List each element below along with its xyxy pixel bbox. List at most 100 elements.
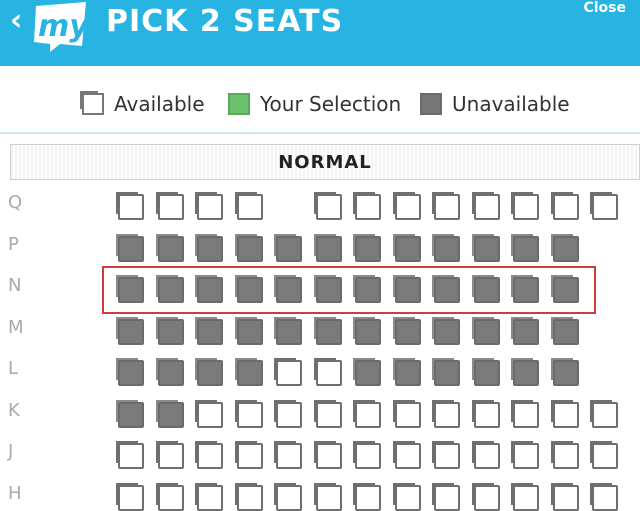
seat-L-10: [474, 360, 500, 386]
seat-P-8: [395, 236, 421, 262]
logo-text: my: [38, 9, 89, 44]
seat-J-1[interactable]: [118, 443, 144, 469]
seat-M-9: [434, 319, 460, 345]
seat-H-8[interactable]: [395, 485, 421, 511]
seat-L-6[interactable]: [316, 360, 342, 386]
seat-K-7[interactable]: [355, 402, 381, 428]
seat-P-7: [355, 236, 381, 262]
seat-J-4[interactable]: [237, 443, 263, 469]
seat-L-1: [118, 360, 144, 386]
seat-K-1: [118, 402, 144, 428]
row-label: J: [8, 441, 14, 462]
seat-P-4: [237, 236, 263, 262]
seat-K-6[interactable]: [316, 402, 342, 428]
seat-M-10: [474, 319, 500, 345]
seat-K-4[interactable]: [237, 402, 263, 428]
available-seat-icon: [82, 93, 104, 115]
seat-J-13[interactable]: [592, 443, 618, 469]
seat-K-8[interactable]: [395, 402, 421, 428]
seat-J-10[interactable]: [474, 443, 500, 469]
seat-M-6: [316, 319, 342, 345]
legend-unavailable-label: Unavailable: [452, 92, 570, 116]
back-button[interactable]: ‹: [10, 6, 22, 36]
legend-selection-label: Your Selection: [260, 92, 402, 116]
seat-H-6[interactable]: [316, 485, 342, 511]
seat-L-4: [237, 360, 263, 386]
seat-H-7[interactable]: [355, 485, 381, 511]
app-logo: my: [32, 0, 90, 52]
seat-H-13[interactable]: [592, 485, 618, 511]
row-label: M: [8, 317, 24, 338]
seat-Q-4[interactable]: [237, 194, 263, 220]
seat-K-12[interactable]: [553, 402, 579, 428]
seat-P-10: [474, 236, 500, 262]
seat-K-3[interactable]: [197, 402, 223, 428]
row-label: Q: [8, 192, 23, 213]
seat-Q-11[interactable]: [513, 194, 539, 220]
seat-H-4[interactable]: [237, 485, 263, 511]
seat-Q-10[interactable]: [474, 194, 500, 220]
page-title: PICK 2 SEATS: [106, 4, 344, 39]
seat-H-2[interactable]: [158, 485, 184, 511]
seat-J-3[interactable]: [197, 443, 223, 469]
seat-Q-13[interactable]: [592, 194, 618, 220]
seat-K-11[interactable]: [513, 402, 539, 428]
seat-H-3[interactable]: [197, 485, 223, 511]
seat-Q-12[interactable]: [553, 194, 579, 220]
seat-M-11: [513, 319, 539, 345]
row-label: K: [8, 400, 20, 421]
legend-available-label: Available: [114, 92, 205, 116]
seat-J-11[interactable]: [513, 443, 539, 469]
seat-H-12[interactable]: [553, 485, 579, 511]
seat-J-12[interactable]: [553, 443, 579, 469]
seat-L-5[interactable]: [276, 360, 302, 386]
row-highlight-box: [102, 266, 596, 314]
seat-K-5[interactable]: [276, 402, 302, 428]
seat-K-13[interactable]: [592, 402, 618, 428]
seat-J-6[interactable]: [316, 443, 342, 469]
legend-unavailable: Unavailable: [420, 86, 570, 122]
seat-H-10[interactable]: [474, 485, 500, 511]
divider: [0, 132, 640, 134]
seat-P-3: [197, 236, 223, 262]
seat-H-1[interactable]: [118, 485, 144, 511]
seat-L-9: [434, 360, 460, 386]
seat-L-3: [197, 360, 223, 386]
seat-Q-3[interactable]: [197, 194, 223, 220]
seat-J-2[interactable]: [158, 443, 184, 469]
seat-K-9[interactable]: [434, 402, 460, 428]
seat-M-8: [395, 319, 421, 345]
seat-K-10[interactable]: [474, 402, 500, 428]
seat-Q-7[interactable]: [355, 194, 381, 220]
header-bar: ‹ my PICK 2 SEATS Close: [0, 0, 640, 66]
row-label: H: [8, 483, 22, 504]
seat-M-4: [237, 319, 263, 345]
seat-J-9[interactable]: [434, 443, 460, 469]
seat-M-1: [118, 319, 144, 345]
seat-Q-9[interactable]: [434, 194, 460, 220]
section-label: NORMAL: [278, 151, 372, 173]
seat-P-1: [118, 236, 144, 262]
seat-J-5[interactable]: [276, 443, 302, 469]
seat-L-7: [355, 360, 381, 386]
seat-L-2: [158, 360, 184, 386]
seat-Q-2[interactable]: [158, 194, 184, 220]
seat-M-5: [276, 319, 302, 345]
unavailable-seat-icon: [420, 93, 442, 115]
seat-Q-8[interactable]: [395, 194, 421, 220]
seat-H-5[interactable]: [276, 485, 302, 511]
seat-J-7[interactable]: [355, 443, 381, 469]
seat-P-11: [513, 236, 539, 262]
seat-P-6: [316, 236, 342, 262]
seat-Q-1[interactable]: [118, 194, 144, 220]
seat-L-11: [513, 360, 539, 386]
seat-J-8[interactable]: [395, 443, 421, 469]
seat-H-11[interactable]: [513, 485, 539, 511]
seat-Q-6[interactable]: [316, 194, 342, 220]
seat-H-9[interactable]: [434, 485, 460, 511]
seat-L-8: [395, 360, 421, 386]
seat-K-2: [158, 402, 184, 428]
selected-seat-icon: [228, 93, 250, 115]
close-button[interactable]: Close: [583, 0, 626, 16]
seat-M-12: [553, 319, 579, 345]
